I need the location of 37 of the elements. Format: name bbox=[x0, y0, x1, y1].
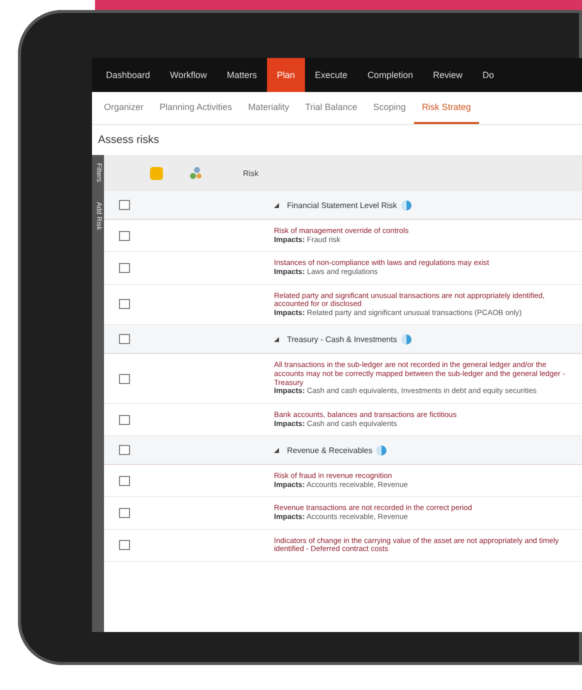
nav-tab[interactable]: Do bbox=[472, 58, 504, 92]
nav-tab[interactable]: Plan bbox=[266, 58, 305, 92]
checkbox[interactable] bbox=[119, 414, 130, 424]
checkbox[interactable] bbox=[119, 299, 130, 310]
nav-tab[interactable]: Dashboard bbox=[96, 58, 160, 92]
info-icon[interactable] bbox=[400, 334, 412, 345]
expand-icon[interactable] bbox=[274, 202, 279, 208]
page-title: Assess risks bbox=[97, 133, 160, 148]
nav-tab[interactable]: Matters bbox=[216, 58, 267, 92]
checkbox[interactable] bbox=[119, 230, 130, 241]
info-icon[interactable] bbox=[376, 444, 388, 456]
expand-icon[interactable] bbox=[274, 448, 279, 453]
nav-tab[interactable]: Completion bbox=[357, 58, 423, 92]
subnav-tab[interactable]: Organizer bbox=[96, 92, 152, 124]
checkbox[interactable] bbox=[119, 445, 130, 456]
info-icon[interactable] bbox=[400, 200, 412, 210]
subnav-tab[interactable]: Risk Strateg bbox=[414, 92, 479, 124]
subnav-tab[interactable]: Scoping bbox=[365, 92, 414, 124]
group-title: Revenue & Receivables bbox=[287, 446, 372, 455]
expand-icon[interactable] bbox=[274, 336, 279, 342]
group-title: Treasury - Cash & Investments bbox=[287, 334, 397, 344]
nav-tab[interactable]: Execute bbox=[304, 58, 358, 92]
group-title: Financial Statement Level Risk bbox=[287, 200, 397, 210]
subnav-tab[interactable]: Materiality bbox=[240, 92, 298, 124]
checkbox[interactable] bbox=[119, 540, 130, 550]
checkbox[interactable] bbox=[119, 508, 130, 518]
checkbox[interactable] bbox=[119, 200, 130, 210]
subnav-tab[interactable]: Planning Activities bbox=[152, 92, 240, 124]
checkbox[interactable] bbox=[119, 334, 130, 344]
checkbox[interactable] bbox=[119, 262, 130, 273]
cluster-icon[interactable] bbox=[189, 166, 203, 180]
nav-tab[interactable]: Review bbox=[422, 58, 472, 92]
subnav-tab[interactable]: Trial Balance bbox=[297, 92, 366, 124]
checkbox[interactable] bbox=[119, 476, 130, 486]
column-header: Risk bbox=[243, 168, 259, 178]
checkbox[interactable] bbox=[119, 374, 130, 384]
nav-tab[interactable]: Workflow bbox=[160, 58, 217, 92]
